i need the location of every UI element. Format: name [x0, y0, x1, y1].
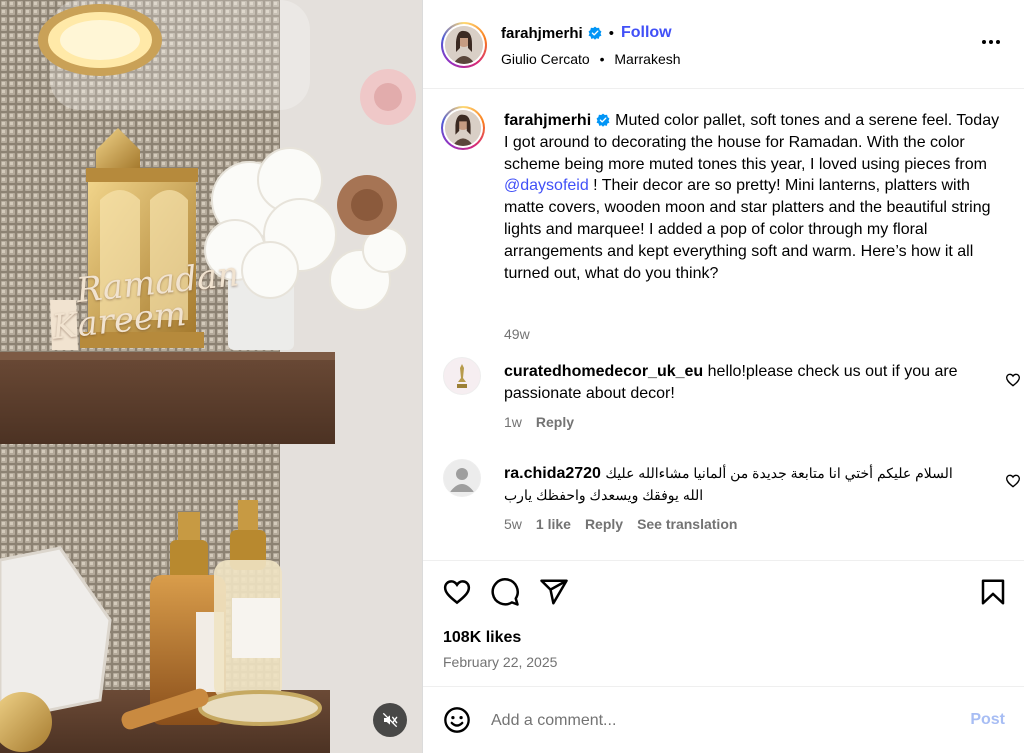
comment-like-heart-icon[interactable]: [1005, 473, 1021, 489]
avatar-photo: [444, 358, 480, 394]
caption-text: farahjmerhi Muted color pallet, soft ton…: [504, 110, 1004, 284]
commenter-username[interactable]: ra.chida2720: [504, 465, 601, 482]
author-line: farahjmerhi • Follow: [501, 24, 672, 42]
post-actions: [423, 562, 1024, 622]
commenter-avatar[interactable]: [443, 459, 481, 497]
comment-icon[interactable]: [490, 577, 520, 607]
emoji-icon[interactable]: [443, 706, 471, 734]
comment-body: ra.chida2720 السلام عليكم أختي انا متابع…: [504, 463, 974, 507]
mute-icon: [382, 712, 398, 728]
commenter-username[interactable]: curatedhomedecor_uk_eu: [504, 363, 703, 380]
verified-badge-icon: [588, 26, 602, 40]
instagram-post-window: Ramadan Kareem farahjmerhi • Follow Giul…: [0, 0, 1024, 753]
post-subline: Giulio Cercato • Marrakesh: [501, 51, 681, 67]
add-comment-bar: Post: [423, 686, 1024, 753]
comment-likes-button[interactable]: 1 like: [536, 516, 571, 532]
comment-age: 5w: [504, 516, 522, 532]
post-date[interactable]: February 22, 2025: [443, 654, 557, 670]
post-details-panel: farahjmerhi • Follow Giulio Cercato • Ma…: [422, 0, 1024, 753]
default-avatar-icon: [444, 460, 480, 496]
more-options-icon[interactable]: [979, 30, 1003, 54]
avatar-photo: [445, 110, 481, 146]
reply-button[interactable]: Reply: [585, 516, 623, 532]
mute-button[interactable]: [373, 703, 407, 737]
comments-area[interactable]: farahjmerhi Muted color pallet, soft ton…: [423, 89, 1024, 561]
caption-avatar[interactable]: [441, 106, 485, 150]
share-icon[interactable]: [539, 577, 569, 607]
see-translation-button[interactable]: See translation: [637, 516, 737, 532]
bookmark-icon[interactable]: [978, 577, 1008, 607]
comment-body: curatedhomedecor_uk_eu hello!please chec…: [504, 361, 974, 405]
likes-count[interactable]: 108K likes: [443, 629, 521, 647]
mention-link[interactable]: @daysofeid: [504, 177, 589, 194]
header-separator: •: [608, 24, 614, 42]
commenter-avatar[interactable]: [443, 357, 481, 395]
post-media[interactable]: Ramadan Kareem: [0, 0, 422, 753]
location-label[interactable]: Marrakesh: [614, 51, 680, 67]
post-header: farahjmerhi • Follow Giulio Cercato • Ma…: [423, 0, 1024, 89]
post-photo: [0, 0, 422, 753]
author-username[interactable]: farahjmerhi: [501, 25, 583, 42]
caption-age: 49w: [504, 326, 530, 342]
author-avatar[interactable]: [441, 22, 487, 68]
audio-label[interactable]: Giulio Cercato: [501, 51, 590, 67]
avatar-photo: [445, 26, 483, 64]
add-comment-input[interactable]: [489, 705, 933, 737]
subline-separator: •: [599, 51, 605, 67]
comment-meta: 5w 1 like Reply See translation: [504, 516, 737, 532]
comment-like-heart-icon[interactable]: [1005, 372, 1021, 388]
comment-age: 1w: [504, 414, 522, 430]
reply-button[interactable]: Reply: [536, 414, 574, 430]
caption-username[interactable]: farahjmerhi: [504, 112, 591, 129]
heart-icon[interactable]: [442, 577, 472, 607]
follow-button[interactable]: Follow: [621, 24, 672, 42]
comment-meta: 1w Reply: [504, 414, 574, 430]
post-comment-button[interactable]: Post: [970, 711, 1005, 729]
verified-badge-icon: [596, 113, 610, 127]
